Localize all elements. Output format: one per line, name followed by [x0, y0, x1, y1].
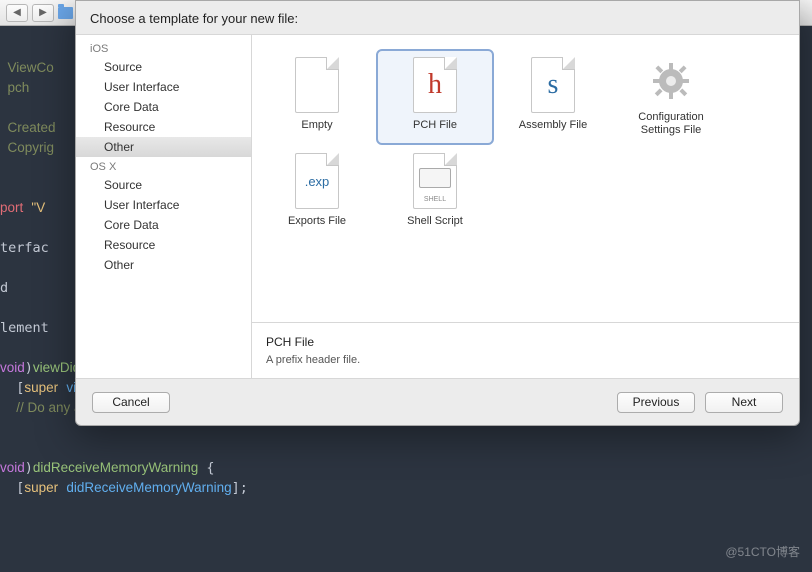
sidebar-item[interactable]: Core Data [76, 215, 251, 235]
sidebar-item[interactable]: Resource [76, 117, 251, 137]
sidebar-item[interactable]: Source [76, 57, 251, 77]
sidebar-group-header: OS X [76, 157, 251, 175]
file-icon [295, 57, 339, 113]
template-grid: Empty h PCH File s Assembly File Configuratio… [252, 35, 799, 322]
template-label: Empty [301, 119, 332, 132]
template-content: Empty h PCH File s Assembly File Configuratio… [252, 35, 799, 378]
dialog-footer: Cancel Previous Next [76, 379, 799, 425]
template-label: Exports File [288, 215, 346, 228]
nav-fwd-button[interactable]: ▶ [32, 4, 54, 22]
description-text: A prefix header file. [266, 354, 785, 366]
dialog-body: iOSSourceUser InterfaceCore DataResource… [76, 34, 799, 379]
next-button[interactable]: Next [705, 392, 783, 413]
template-item[interactable]: SHELL Shell Script [376, 145, 494, 236]
nav-back-button[interactable]: ◀ [6, 4, 28, 22]
sidebar-item[interactable]: Other [76, 255, 251, 275]
description-title: PCH File [266, 335, 785, 349]
file-icon: .exp [295, 153, 339, 209]
watermark: @51CTO博客 [725, 543, 800, 560]
sidebar-item[interactable]: Core Data [76, 97, 251, 117]
sidebar-item[interactable]: Resource [76, 235, 251, 255]
dialog-title: Choose a template for your new file: [76, 1, 799, 34]
sidebar-item[interactable]: User Interface [76, 77, 251, 97]
template-description: PCH File A prefix header file. [252, 322, 799, 378]
folder-icon [58, 7, 73, 19]
template-label: Configuration Settings File [618, 111, 724, 137]
template-category-sidebar: iOSSourceUser InterfaceCore DataResource… [76, 35, 252, 378]
sidebar-group-header: iOS [76, 39, 251, 57]
file-icon: s [531, 57, 575, 113]
file-icon: SHELL [413, 153, 457, 209]
gear-icon [649, 57, 693, 105]
template-label: PCH File [413, 119, 457, 132]
previous-button[interactable]: Previous [617, 392, 695, 413]
template-item[interactable]: h PCH File [376, 49, 494, 145]
template-label: Assembly File [519, 119, 587, 132]
template-item[interactable]: Configuration Settings File [612, 49, 730, 145]
file-icon: h [413, 57, 457, 113]
template-item[interactable]: Empty [258, 49, 376, 145]
cancel-button[interactable]: Cancel [92, 392, 170, 413]
template-item[interactable]: s Assembly File [494, 49, 612, 145]
sidebar-item[interactable]: Source [76, 175, 251, 195]
sidebar-item[interactable]: Other [76, 137, 251, 157]
new-file-dialog: Choose a template for your new file: iOS… [75, 0, 800, 426]
sidebar-item[interactable]: User Interface [76, 195, 251, 215]
template-label: Shell Script [407, 215, 463, 228]
template-item[interactable]: .exp Exports File [258, 145, 376, 236]
